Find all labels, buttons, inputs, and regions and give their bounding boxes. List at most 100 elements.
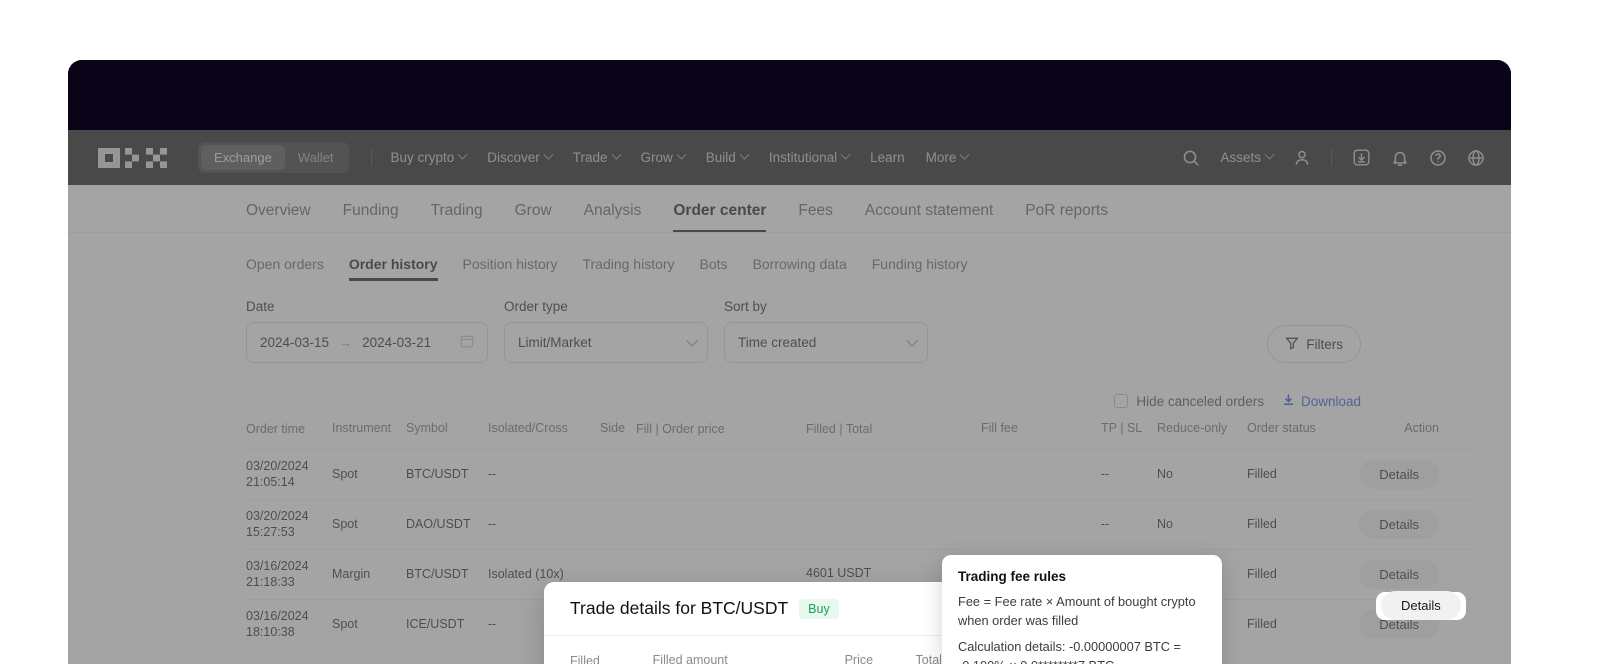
tab-account-statement[interactable]: Account statement [865,202,993,232]
okx-logo-icon[interactable] [98,147,172,168]
order-type-value: Limit/Market [518,335,592,350]
subtab-open-orders[interactable]: Open orders [246,256,324,281]
filters-button-label: Filters [1306,336,1343,352]
cell-order-time: 03/16/2024 18:10:38 [246,608,332,642]
cell-symbol: BTC/USDT [406,567,469,582]
col-order-time: Order time [246,422,306,436]
download-icon [1282,393,1295,409]
subtab-bots[interactable]: Bots [700,256,728,281]
segment-wallet[interactable]: Wallet [285,145,347,170]
download-icon[interactable] [1352,148,1371,167]
browser-chrome [68,60,1511,174]
subtab-borrowing-data[interactable]: Borrowing data [753,256,847,281]
nav-item-build[interactable]: Build [705,149,750,165]
cell-instrument: Spot [332,517,358,532]
globe-icon[interactable] [1467,149,1485,167]
tab-grow[interactable]: Grow [515,202,552,232]
calendar-icon[interactable] [460,334,474,351]
nav-label: Grow [640,150,673,165]
cell-isolated: -- [488,467,497,482]
col-isolated-cross: Isolated/Cross [488,421,568,435]
table-row[interactable]: 03/20/2024 21:05:14 Spot BTC/USDT -- -- N… [246,448,1471,499]
nav-item-more[interactable]: More [926,149,970,165]
subtab-position-history[interactable]: Position history [463,256,558,281]
order-sub-tab-bar: Open orders Order history Position histo… [68,233,1511,285]
assets-label: Assets [1220,150,1261,165]
tab-por-reports[interactable]: PoR reports [1025,202,1108,232]
tooltip-rule-text: Fee = Fee rate × Amount of bought crypto… [958,594,1196,628]
user-icon[interactable] [1293,149,1311,167]
tab-fees[interactable]: Fees [798,202,832,232]
order-type-label: Order type [504,299,568,314]
col-filled-total: Filled | Total [806,422,873,436]
help-icon[interactable] [1429,149,1447,167]
tab-order-center[interactable]: Order center [673,202,767,232]
subtab-order-history[interactable]: Order history [348,256,438,281]
nav-item-learn[interactable]: Learn [870,150,905,165]
cell-reduce-only: No [1157,517,1173,532]
cell-order-status: Filled [1247,567,1277,582]
col-order-status: Order status [1247,421,1316,435]
details-button[interactable]: Details [1359,459,1439,489]
nav-item-assets[interactable]: Assets [1220,149,1275,165]
segment-exchange[interactable]: Exchange [201,145,285,170]
nav-item-discover[interactable]: Discover [487,149,554,165]
date-to-value: 2024-03-21 [362,335,432,350]
date-field: Date 2024-03-15 → 2024-03-21 [246,299,488,363]
highlighted-details-button-wrapper: Details [1376,591,1466,620]
nav-item-trade[interactable]: Trade [572,149,621,165]
details-button[interactable]: Details [1359,559,1439,589]
cell-instrument: Spot [332,617,358,632]
filters-row: Date 2024-03-15 → 2024-03-21 Order type [68,285,1511,363]
order-time-value: 03/20/2024 21:05:14 [246,458,309,490]
cell-symbol: DAO/USDT [406,517,471,532]
subtab-trading-history[interactable]: Trading history [582,256,674,281]
chevron-down-icon [611,149,621,160]
cell-order-status: Filled [1247,617,1277,632]
tab-funding[interactable]: Funding [343,202,399,232]
cell-isolated: -- [488,517,497,532]
nav-label: Trade [572,150,608,165]
nav-divider [1331,149,1332,166]
nav-label: Buy crypto [390,150,455,165]
download-button[interactable]: Download [1282,393,1361,409]
top-navigation-bar: Exchange Wallet Buy crypto Discover Trad… [68,130,1511,185]
cell-symbol: BTC/USDT [406,467,469,482]
details-button-active[interactable]: Details [1381,591,1461,620]
order-type-select[interactable]: Limit/Market [504,322,708,363]
orders-table-header: Order time Instrument Symbol Isolated/Cr… [246,421,1471,449]
details-button[interactable]: Details [1359,509,1439,539]
nav-item-buy-crypto[interactable]: Buy crypto [390,149,468,165]
cell-order-time: 03/20/2024 15:27:53 [246,508,332,542]
sort-by-select[interactable]: Time created [724,322,928,363]
col-tp-sl: TP | SL [1101,421,1143,435]
tab-overview[interactable]: Overview [246,202,311,232]
bell-icon[interactable] [1391,149,1409,167]
cell-symbol: ICE/USDT [406,617,465,632]
modal-col-filled: Filled [570,654,600,664]
nav-item-institutional[interactable]: Institutional [769,149,851,165]
tab-analysis[interactable]: Analysis [584,202,642,232]
chevron-down-icon [739,149,750,160]
col-reduce-only: Reduce-only [1157,421,1228,435]
cell-action: Details [1329,459,1439,489]
nav-divider [371,149,373,166]
col-action: Action [1404,421,1439,435]
table-row[interactable]: 03/20/2024 15:27:53 Spot DAO/USDT -- -- N… [246,498,1471,549]
order-time-value: 03/16/2024 18:10:38 [246,608,309,640]
nav-label: Discover [487,150,540,165]
filters-button[interactable]: Filters [1267,325,1361,363]
hide-canceled-label: Hide canceled orders [1136,393,1264,409]
nav-item-grow[interactable]: Grow [640,149,687,165]
cell-tp-sl: -- [1101,517,1110,532]
hide-canceled-orders-checkbox[interactable]: Hide canceled orders [1114,394,1264,409]
search-icon[interactable] [1182,149,1200,167]
nav-label: Build [705,150,736,165]
col-side: Side [600,421,626,435]
chevron-down-icon [457,149,468,160]
table-toolbar: Hide canceled orders Download [68,363,1511,409]
tab-trading[interactable]: Trading [431,202,483,232]
date-range-input[interactable]: 2024-03-15 → 2024-03-21 [246,322,488,363]
subtab-funding-history[interactable]: Funding history [872,256,968,281]
side-badge: Buy [799,598,839,619]
